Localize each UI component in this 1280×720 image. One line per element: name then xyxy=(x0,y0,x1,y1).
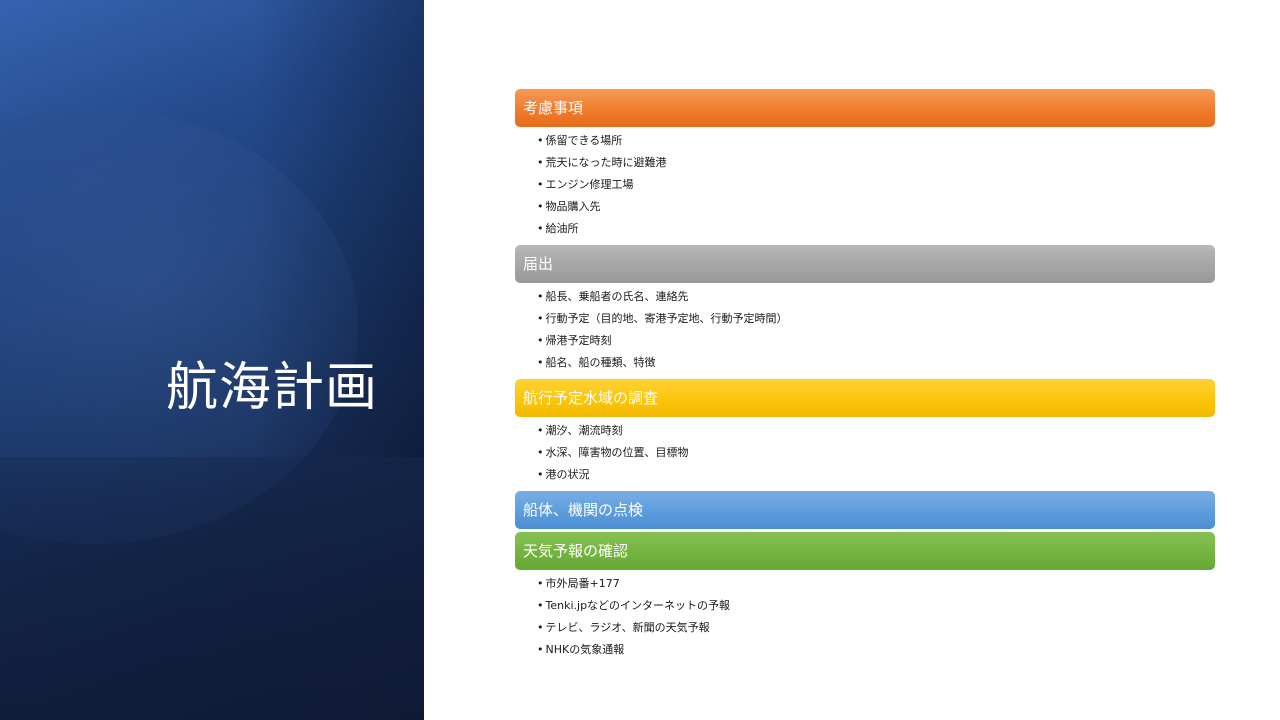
list-item: 帰港予定時刻 xyxy=(537,330,1215,352)
list-item: Tenki.jpなどのインターネットの予報 xyxy=(537,595,1215,617)
list-item: 給油所 xyxy=(537,218,1215,240)
list-item: 水深、障害物の位置、目標物 xyxy=(537,442,1215,464)
slide-title: 航海計画 xyxy=(166,358,379,418)
list-item: 市外局番+177 xyxy=(537,573,1215,595)
list-item: 荒天になった時に避難港 xyxy=(537,152,1215,174)
list-item: 船名、船の種類、特徴 xyxy=(537,352,1215,374)
slide: 航海計画 考慮事項 係留できる場所 荒天になった時に避難港 エンジン修理工場 物… xyxy=(0,0,1280,720)
list-item: 潮汐、潮流時刻 xyxy=(537,420,1215,442)
section-header-notification: 届出 xyxy=(515,245,1215,283)
section-list-considerations: 係留できる場所 荒天になった時に避難港 エンジン修理工場 物品購入先 給油所 xyxy=(515,130,1215,240)
list-item: NHKの気象通報 xyxy=(537,639,1215,661)
list-item: エンジン修理工場 xyxy=(537,174,1215,196)
list-item: テレビ、ラジオ、新聞の天気予報 xyxy=(537,617,1215,639)
list-item: 係留できる場所 xyxy=(537,130,1215,152)
list-item: 行動予定（目的地、寄港予定地、行動予定時間） xyxy=(537,308,1215,330)
section-list-waters-survey: 潮汐、潮流時刻 水深、障害物の位置、目標物 港の状況 xyxy=(515,420,1215,486)
decorative-lower-band xyxy=(0,457,424,720)
section-list-weather-check: 市外局番+177 Tenki.jpなどのインターネットの予報 テレビ、ラジオ、新… xyxy=(515,573,1215,661)
section-list-notification: 船長、乗船者の氏名、連絡先 行動予定（目的地、寄港予定地、行動予定時間） 帰港予… xyxy=(515,286,1215,374)
section-header-weather-check: 天気予報の確認 xyxy=(515,532,1215,570)
list-item: 物品購入先 xyxy=(537,196,1215,218)
section-header-hull-engine-check: 船体、機関の点検 xyxy=(515,491,1215,529)
list-item: 港の状況 xyxy=(537,464,1215,486)
content-list: 考慮事項 係留できる場所 荒天になった時に避難港 エンジン修理工場 物品購入先 … xyxy=(515,89,1215,666)
list-item: 船長、乗船者の氏名、連絡先 xyxy=(537,286,1215,308)
section-header-waters-survey: 航行予定水域の調査 xyxy=(515,379,1215,417)
section-header-considerations: 考慮事項 xyxy=(515,89,1215,127)
